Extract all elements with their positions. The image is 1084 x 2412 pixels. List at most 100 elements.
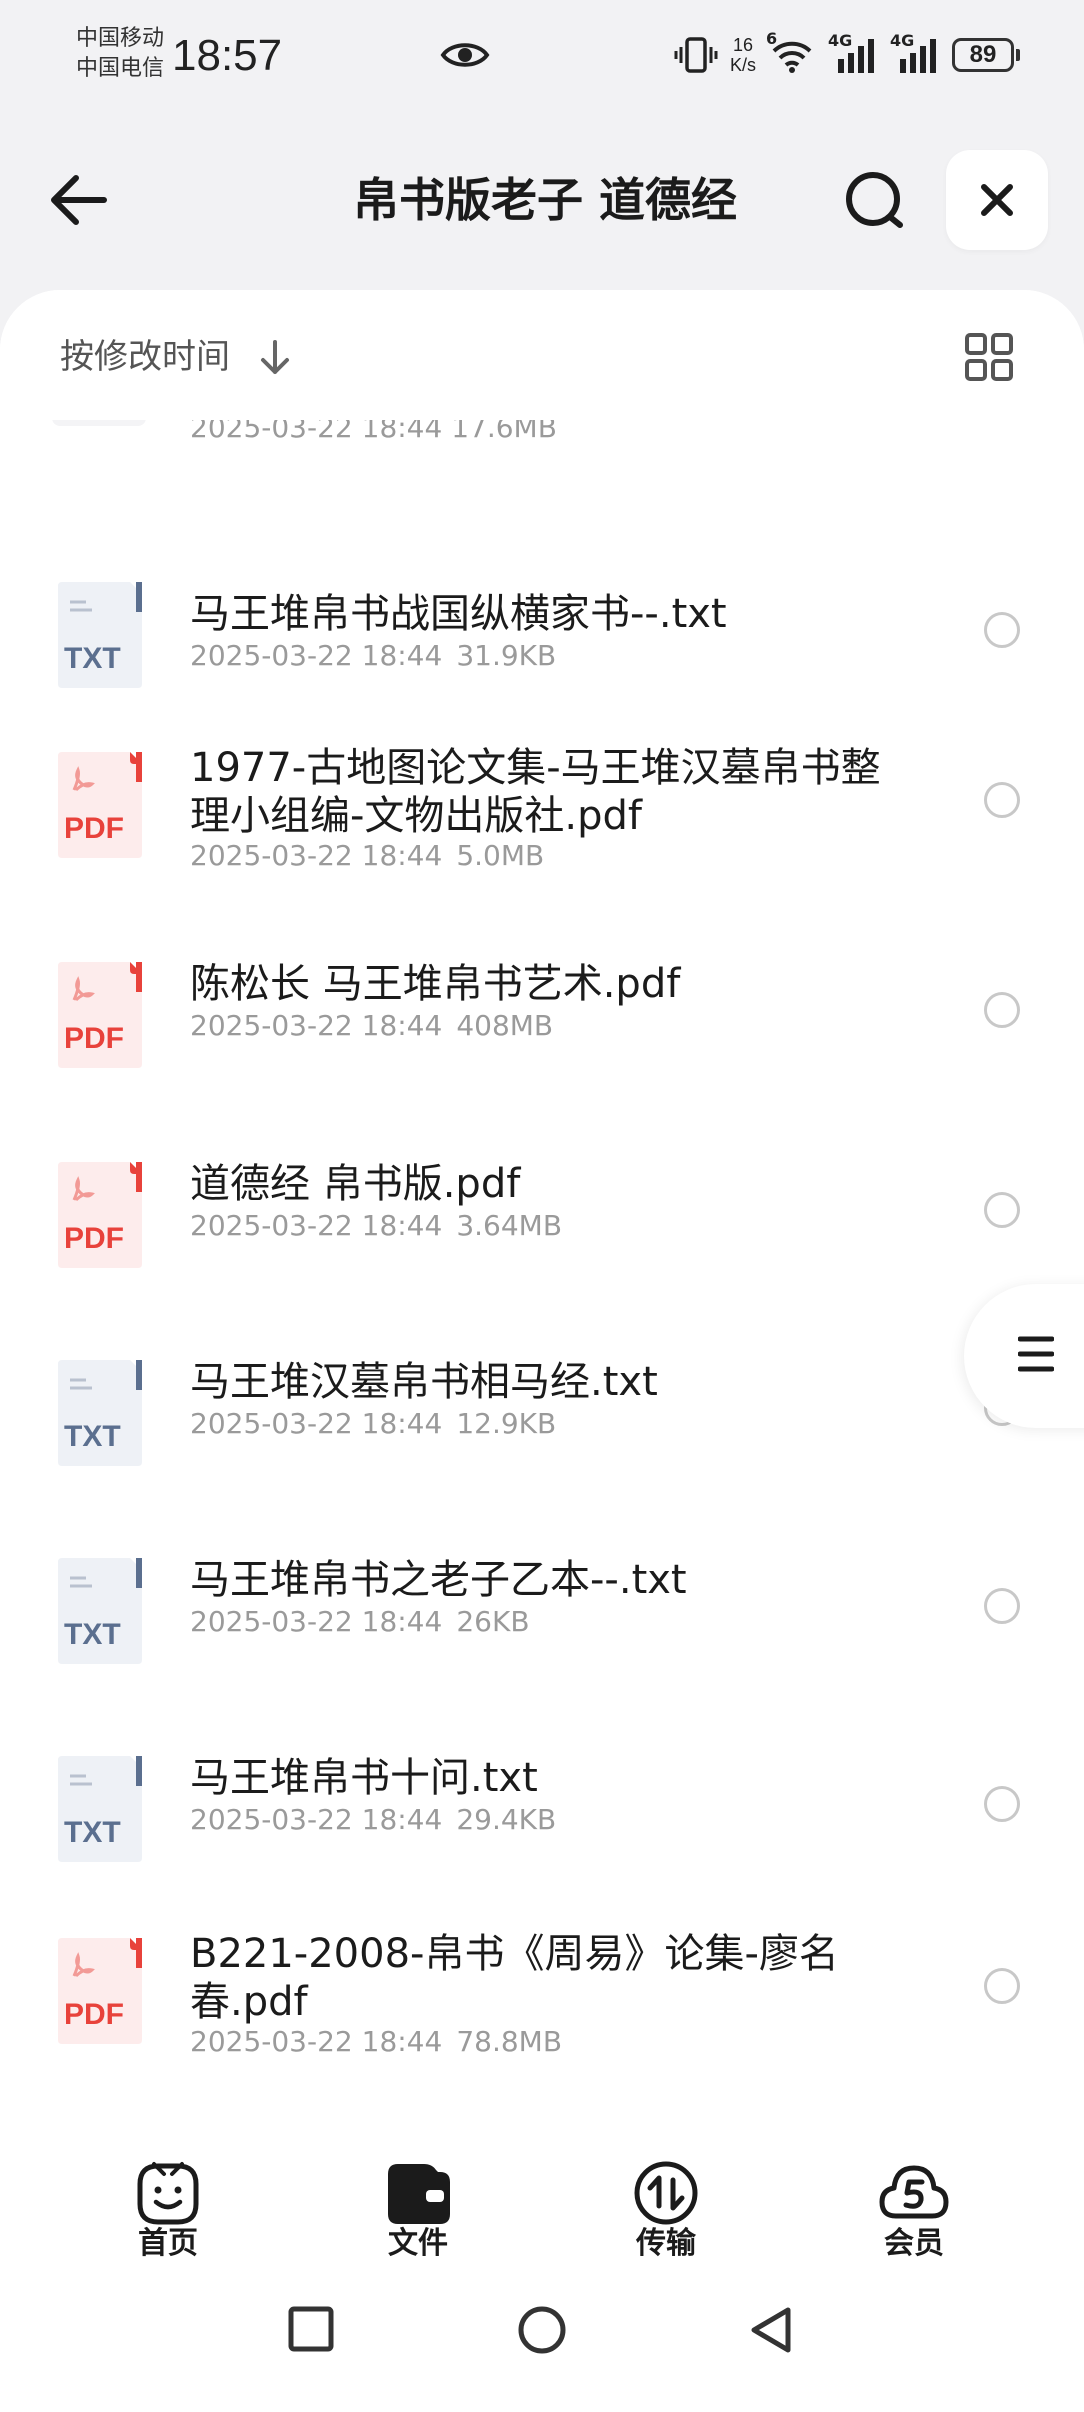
file-size: 12.9KB: [456, 1407, 557, 1440]
menu-lines-icon: [1018, 1336, 1054, 1372]
home-button[interactable]: [516, 2304, 568, 2356]
status-bar: 中国移动 中国电信 18:57 16 K/s 6 4G 4G 89: [0, 0, 1084, 120]
pdf-icon-graphic: PDF: [58, 752, 142, 858]
battery-indicator: 89: [952, 38, 1020, 72]
select-checkbox[interactable]: [984, 1588, 1020, 1624]
signal-bars-icon: [838, 39, 874, 73]
header-bar: 帛书版老子 道德经: [0, 140, 1084, 260]
carrier-2: 中国电信: [76, 56, 165, 81]
file-meta: 2025-03-22 18:44 5.0MB: [190, 838, 544, 874]
file-list-card: 按修改时间 2025-03-22 18:44 17.6MB TXT 马王堆帛书战国…: [0, 290, 1084, 2110]
sort-by-modified-button[interactable]: 按修改时间: [60, 334, 230, 380]
tab-vip[interactable]: 会员: [844, 2110, 984, 2261]
wifi-indicator: 6: [766, 29, 816, 75]
file-date: 2025-03-22 18:44: [190, 1605, 443, 1638]
file-size: 26KB: [456, 1605, 530, 1638]
tab-home-label: 首页: [138, 2226, 198, 2261]
search-button[interactable]: [840, 165, 910, 235]
txt-icon-graphic: TXT: [58, 582, 142, 688]
net-speed-unit: K/s: [729, 55, 756, 75]
tab-files-label: 文件: [388, 2226, 448, 2261]
bottom-tab-bar: 首页 文件 传输 会员: [0, 2110, 1084, 2261]
file-size: 78.8MB: [456, 2025, 563, 2058]
recent-apps-button[interactable]: [286, 2304, 336, 2354]
txt-file-icon: TXT: [52, 580, 146, 690]
file-date: 2025-03-22 18:44: [190, 2025, 443, 2058]
home-face-icon: [137, 2162, 199, 2225]
back-button[interactable]: [44, 165, 114, 235]
back-arrow-icon: [51, 175, 107, 225]
grid-view-icon[interactable]: [964, 332, 1014, 382]
file-date: 2025-03-22 18:44: [190, 1803, 443, 1836]
file-size: 3.64MB: [456, 1209, 563, 1242]
file-type-label: TXT: [64, 1618, 121, 1651]
tab-files[interactable]: 文件: [348, 2110, 488, 2261]
file-meta: 2025-03-22 18:44 26KB: [190, 1604, 530, 1640]
pdf-icon-graphic: PDF: [58, 1162, 142, 1268]
file-meta: 2025-03-22 18:44 3.64MB: [190, 1208, 562, 1244]
net-speed-value: 16: [732, 35, 753, 55]
file-size: 29.4KB: [456, 1803, 557, 1836]
file-date: 2025-03-22 18:44: [190, 1009, 443, 1042]
vibrate-icon: [674, 37, 718, 73]
carrier-labels: 中国移动 中国电信: [76, 24, 164, 84]
select-checkbox[interactable]: [984, 612, 1020, 648]
sort-descending-arrow-icon[interactable]: [258, 338, 292, 378]
file-date: 2025-03-22 18:44: [190, 639, 443, 672]
file-type-label: TXT: [64, 642, 121, 675]
select-checkbox[interactable]: [984, 1968, 1020, 2004]
folder-icon: [388, 2164, 450, 2224]
tab-transfer-label: 传输: [636, 2226, 696, 2261]
vip-cloud-icon: [879, 2165, 949, 2219]
eye-icon: [440, 43, 490, 67]
close-button[interactable]: [946, 150, 1048, 250]
file-type-label: PDF: [64, 1222, 124, 1255]
file-meta: 2025-03-22 18:44 408MB: [190, 1008, 553, 1044]
file-date: 2025-03-22 18:44: [190, 1407, 443, 1440]
pdf-file-icon: PDF: [52, 750, 146, 860]
file-type-label: PDF: [64, 1998, 124, 2031]
file-size: 408MB: [456, 1009, 554, 1042]
status-time: 18:57: [172, 31, 283, 80]
tab-vip-label: 会员: [884, 2226, 944, 2261]
pdf-icon-graphic: PDF: [58, 962, 142, 1068]
select-checkbox[interactable]: [984, 1786, 1020, 1822]
file-date: 2025-03-22 18:44: [190, 1209, 443, 1242]
file-name: 1977-古地图论文集-马王堆汉墓帛书整理小组编-文物出版社.pdf: [190, 745, 881, 839]
file-name: 马王堆汉墓帛书相马经.txt: [190, 1359, 658, 1405]
select-checkbox[interactable]: [984, 992, 1020, 1028]
file-meta: 2025-03-22 18:44 78.8MB: [190, 2024, 562, 2060]
status-indicators: 16 K/s 6 4G 4G 89: [674, 29, 1020, 80]
back-nav-button[interactable]: [746, 2304, 796, 2356]
file-type-label: TXT: [64, 1816, 121, 1849]
file-size: 31.9KB: [456, 639, 557, 672]
sort-bar: 按修改时间: [0, 290, 1084, 420]
file-name: 道德经 帛书版.pdf: [190, 1161, 521, 1207]
system-navigation-bar: [0, 2260, 1084, 2412]
side-menu-button[interactable]: [964, 1284, 1084, 1428]
file-meta: 2025-03-22 18:44 12.9KB: [190, 1406, 556, 1442]
page-title: 帛书版老子 道德经: [352, 173, 737, 227]
file-type-label: PDF: [64, 1022, 124, 1055]
select-checkbox[interactable]: [984, 782, 1020, 818]
file-meta: 2025-03-22 18:44 31.9KB: [190, 638, 556, 674]
net-speed: 16 K/s: [730, 35, 756, 75]
txt-icon-graphic: TXT: [58, 1558, 142, 1664]
tab-transfer[interactable]: 传输: [596, 2110, 736, 2261]
file-name: 马王堆帛书战国纵横家书--.txt: [190, 591, 727, 637]
signal-bars-icon: [900, 39, 936, 73]
file-size: 5.0MB: [456, 839, 545, 872]
signal-2: 4G: [890, 31, 940, 75]
file-name: B221-2008-帛书《周易》论集-廖名春.pdf: [190, 1931, 839, 2025]
file-name: 马王堆帛书十问.txt: [190, 1755, 538, 1801]
tab-home[interactable]: 首页: [98, 2110, 238, 2261]
file-type-label: TXT: [64, 1420, 121, 1453]
file-name: 马王堆帛书之老子乙本--.txt: [190, 1557, 687, 1603]
transfer-icon: [634, 2161, 698, 2225]
search-icon: [846, 172, 903, 228]
select-checkbox[interactable]: [984, 1192, 1020, 1228]
txt-file-icon: TXT: [52, 1358, 146, 1468]
pdf-file-icon: PDF: [52, 1936, 146, 2046]
close-icon: [981, 184, 1013, 216]
txt-file-icon: TXT: [52, 1754, 146, 1864]
